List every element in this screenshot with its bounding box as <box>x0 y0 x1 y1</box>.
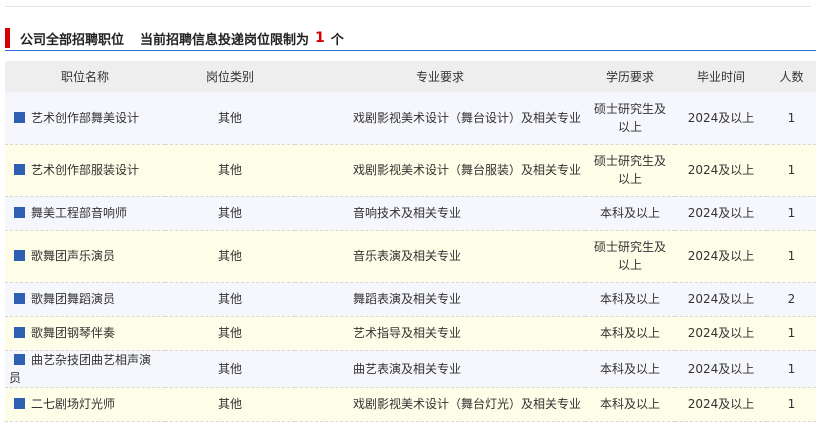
job-table: 职位名称 岗位类别 专业要求 学历要求 毕业时间 人数 艺术创作部舞美设计 其他… <box>5 61 816 422</box>
section-title: 公司全部招聘职位 <box>20 32 125 48</box>
section-header: 公司全部招聘职位 当前招聘信息投递岗位限制为 1 个 <box>5 26 816 51</box>
col-header-education: 学历要求 <box>585 61 675 92</box>
job-education: 本科及以上 <box>599 206 660 220</box>
job-education: 硕士研究生及以上 <box>593 101 666 134</box>
job-category: 其他 <box>217 326 242 340</box>
job-count: 1 <box>787 397 796 411</box>
job-education: 硕士研究生及以上 <box>593 154 666 186</box>
job-major: 戏剧影视美术设计（舞台设计）及相关专业 <box>353 110 582 125</box>
job-category: 其他 <box>217 249 242 263</box>
job-major: 戏剧影视美术设计（舞台服装）及相关专业 <box>353 163 582 177</box>
col-header-name: 职位名称 <box>5 61 165 92</box>
job-grad-time: 2024及以上 <box>687 292 755 306</box>
job-major: 曲艺表演及相关专业 <box>353 361 462 376</box>
square-bullet-icon <box>14 398 25 409</box>
job-name-link[interactable]: 曲艺杂技团曲艺相声演员 <box>9 353 151 385</box>
job-name-link[interactable]: 艺术创作部服装设计 <box>31 163 139 177</box>
table-row[interactable]: 歌舞团声乐演员 其他 音乐表演及相关专业 硕士研究生及以上 2024及以上 1 <box>5 230 816 282</box>
table-row[interactable]: 曲艺杂技团曲艺相声演员 其他 曲艺表演及相关专业 本科及以上 2024及以上 1 <box>5 350 816 387</box>
job-name-link[interactable]: 舞美工程部音响师 <box>31 206 127 220</box>
job-count: 2 <box>787 292 796 306</box>
job-category: 其他 <box>217 163 242 177</box>
limit-value: 1 <box>315 30 325 46</box>
job-name-link[interactable]: 歌舞团舞蹈演员 <box>31 292 115 306</box>
job-grad-time: 2024及以上 <box>687 206 755 220</box>
job-name-link[interactable]: 歌舞团声乐演员 <box>31 249 115 263</box>
square-bullet-icon <box>14 327 25 338</box>
job-major: 音响技术及相关专业 <box>353 206 462 220</box>
job-major: 艺术指导及相关专业 <box>353 326 462 340</box>
square-bullet-icon <box>14 111 25 123</box>
job-category: 其他 <box>217 206 242 220</box>
job-education: 本科及以上 <box>599 292 660 306</box>
col-header-major: 专业要求 <box>295 61 585 92</box>
col-header-category: 岗位类别 <box>165 61 295 92</box>
limit-unit: 个 <box>330 32 344 48</box>
job-category: 其他 <box>217 361 242 376</box>
square-bullet-icon <box>14 207 25 218</box>
job-grad-time: 2024及以上 <box>687 163 755 177</box>
job-name-link[interactable]: 艺术创作部舞美设计 <box>31 111 139 125</box>
table-header-row: 职位名称 岗位类别 专业要求 学历要求 毕业时间 人数 <box>5 61 816 92</box>
square-bullet-icon <box>14 293 25 304</box>
job-count: 1 <box>787 206 796 220</box>
square-bullet-icon <box>14 250 25 261</box>
square-bullet-icon <box>14 353 25 365</box>
col-header-count: 人数 <box>767 61 816 92</box>
job-count: 1 <box>787 361 796 376</box>
limit-text: 当前招聘信息投递岗位限制为 <box>140 32 310 48</box>
job-grad-time: 2024及以上 <box>687 249 755 263</box>
table-row[interactable]: 舞美工程部音响师 其他 音响技术及相关专业 本科及以上 2024及以上 1 <box>5 196 816 230</box>
job-name-link[interactable]: 二七剧场灯光师 <box>31 397 115 411</box>
job-major: 舞蹈表演及相关专业 <box>353 292 462 306</box>
table-row[interactable]: 歌舞团舞蹈演员 其他 舞蹈表演及相关专业 本科及以上 2024及以上 2 <box>5 282 816 316</box>
job-count: 1 <box>787 110 796 125</box>
job-education: 本科及以上 <box>599 361 660 376</box>
job-grad-time: 2024及以上 <box>687 361 755 376</box>
header-accent-bar <box>5 28 10 48</box>
job-count: 1 <box>787 326 796 340</box>
job-grad-time: 2024及以上 <box>687 326 755 340</box>
job-education: 本科及以上 <box>599 397 660 411</box>
col-header-grad: 毕业时间 <box>675 61 767 92</box>
job-category: 其他 <box>217 110 242 125</box>
job-count: 1 <box>787 163 796 177</box>
square-bullet-icon <box>14 164 25 175</box>
job-education: 硕士研究生及以上 <box>593 240 666 272</box>
table-row[interactable]: 二七剧场灯光师 其他 戏剧影视美术设计（舞台灯光）及相关专业 本科及以上 202… <box>5 387 816 421</box>
job-category: 其他 <box>217 397 242 411</box>
job-category: 其他 <box>217 292 242 306</box>
job-grad-time: 2024及以上 <box>687 397 755 411</box>
table-row[interactable]: 艺术创作部服装设计 其他 戏剧影视美术设计（舞台服装）及相关专业 硕士研究生及以… <box>5 144 816 196</box>
job-name-link[interactable]: 歌舞团钢琴伴奏 <box>31 326 115 340</box>
job-major: 戏剧影视美术设计（舞台灯光）及相关专业 <box>353 397 582 411</box>
table-row[interactable]: 艺术创作部舞美设计 其他 戏剧影视美术设计（舞台设计）及相关专业 硕士研究生及以… <box>5 92 816 144</box>
job-count: 1 <box>787 249 796 263</box>
job-education: 本科及以上 <box>599 326 660 340</box>
job-grad-time: 2024及以上 <box>687 110 755 125</box>
job-major: 音乐表演及相关专业 <box>353 249 462 263</box>
table-row[interactable]: 歌舞团钢琴伴奏 其他 艺术指导及相关专业 本科及以上 2024及以上 1 <box>5 316 816 350</box>
top-divider <box>5 6 811 7</box>
